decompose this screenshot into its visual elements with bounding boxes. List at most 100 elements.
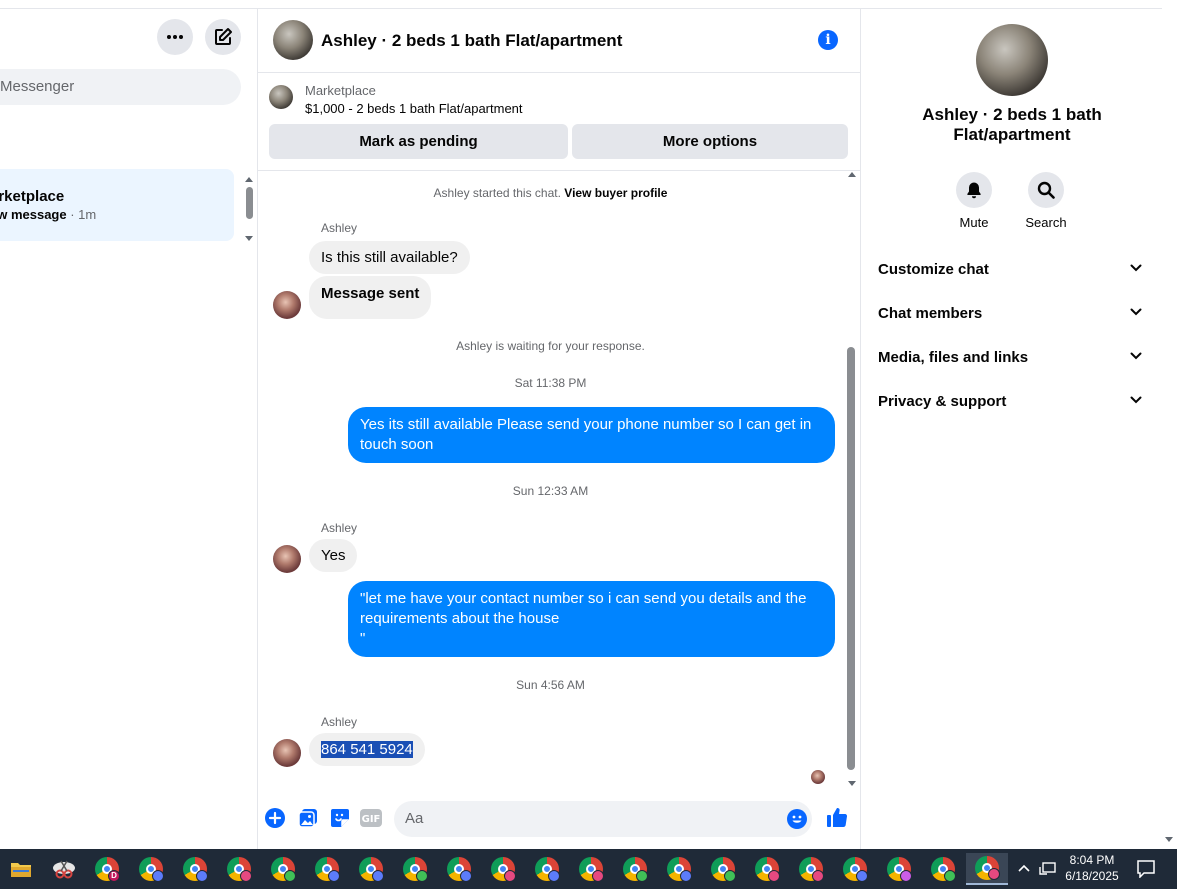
profile-badge-icon	[768, 870, 780, 882]
incoming-message[interactable]: 864 541 5924	[309, 733, 425, 766]
scroll-up-arrow-icon[interactable]	[245, 177, 253, 182]
listing-thumbnail[interactable]	[269, 85, 293, 109]
gif-button[interactable]: GIF	[359, 807, 383, 829]
chat-panel: Ashley · 2 beds 1 bath Flat/apartment i …	[258, 9, 861, 849]
chrome-window-button[interactable]	[834, 853, 876, 885]
profile-badge-icon	[680, 870, 692, 882]
sender-avatar[interactable]	[273, 291, 301, 319]
details-avatar[interactable]	[976, 24, 1048, 96]
section-customize-chat[interactable]: Customize chat	[878, 261, 1148, 281]
chrome-window-button[interactable]	[702, 853, 744, 885]
attach-photo-button[interactable]	[297, 807, 319, 829]
chrome-window-button[interactable]	[746, 853, 788, 885]
section-privacy-support[interactable]: Privacy & support	[878, 393, 1148, 413]
chrome-window-button[interactable]: D	[86, 853, 128, 885]
scroll-thumb[interactable]	[246, 187, 253, 219]
scroll-up-arrow-icon[interactable]	[848, 172, 856, 177]
photo-icon	[298, 809, 317, 828]
section-chat-members[interactable]: Chat members	[878, 305, 1148, 325]
chrome-window-button[interactable]	[658, 853, 700, 885]
mark-as-pending-button[interactable]: Mark as pending	[269, 124, 568, 159]
more-options-button[interactable]	[157, 19, 193, 55]
add-more-button[interactable]	[264, 807, 286, 829]
incoming-message[interactable]: Is this still available?	[309, 241, 470, 274]
sticker-button[interactable]	[329, 807, 351, 829]
profile-badge-icon	[592, 870, 604, 882]
chrome-window-button[interactable]	[306, 853, 348, 885]
chrome-window-button[interactable]	[350, 853, 392, 885]
chrome-window-button[interactable]	[218, 853, 260, 885]
view-buyer-profile-link[interactable]: View buyer profile	[564, 186, 667, 200]
scroll-down-arrow-icon[interactable]	[245, 236, 253, 241]
chat-title[interactable]: Ashley · 2 beds 1 bath Flat/apartment	[321, 31, 622, 51]
chrome-window-button[interactable]	[790, 853, 832, 885]
chrome-window-button[interactable]	[438, 853, 480, 885]
profile-badge-icon	[460, 870, 472, 882]
message-composer: GIF Aa	[258, 792, 861, 849]
chrome-window-button[interactable]	[922, 853, 964, 885]
chrome-window-button[interactable]	[570, 853, 612, 885]
notifications-button[interactable]	[1132, 849, 1160, 889]
chevron-up-icon	[1018, 864, 1030, 872]
timestamp: Sun 4:56 AM	[516, 678, 585, 692]
scroll-thumb[interactable]	[847, 347, 855, 770]
outgoing-message[interactable]: "let me have your contact number so i ca…	[348, 581, 835, 657]
page-scroll-down-arrow-icon[interactable]	[1165, 837, 1173, 842]
system-clock[interactable]: 8:04 PM 6/18/2025	[1060, 852, 1124, 884]
section-media-files-links[interactable]: Media, files and links	[878, 349, 1148, 369]
chrome-window-button[interactable]	[878, 853, 920, 885]
scroll-down-arrow-icon[interactable]	[848, 781, 856, 786]
network-status-button[interactable]	[1036, 849, 1058, 889]
file-explorer-button[interactable]	[0, 853, 42, 885]
profile-badge-icon	[504, 870, 516, 882]
selected-phone-number[interactable]: 864 541 5924	[321, 741, 413, 758]
chrome-window-button[interactable]	[966, 853, 1008, 885]
windows-taskbar: D 8:04 PM 6/18/2025	[0, 849, 1177, 889]
outgoing-message[interactable]: Yes its still available Please send your…	[348, 407, 835, 463]
like-button[interactable]	[826, 806, 848, 828]
sender-avatar[interactable]	[273, 739, 301, 767]
conversation-item-marketplace[interactable]: arketplace ew message · 1m	[0, 169, 234, 241]
sidebar-scrollbar[interactable]	[244, 177, 256, 241]
chat-scrollbar[interactable]	[846, 172, 858, 792]
chrome-window-button[interactable]	[262, 853, 304, 885]
profile-badge-icon	[812, 870, 824, 882]
incoming-message[interactable]: Message sent	[309, 276, 432, 319]
seen-indicator-avatar	[811, 770, 825, 784]
emoji-button[interactable]	[786, 808, 808, 830]
conversation-title: arketplace	[0, 188, 65, 205]
search-input[interactable]: Messenger	[0, 69, 241, 105]
profile-badge-icon	[284, 870, 296, 882]
snipping-tool-button[interactable]	[43, 853, 85, 885]
chevron-down-icon	[1130, 308, 1142, 316]
sender-avatar[interactable]	[273, 545, 301, 573]
chrome-window-button[interactable]	[130, 853, 172, 885]
show-hidden-icons-button[interactable]	[1014, 849, 1034, 889]
message-input[interactable]: Aa	[394, 801, 812, 837]
search-label: Search	[1025, 215, 1067, 230]
chrome-window-button[interactable]	[482, 853, 524, 885]
mute-button[interactable]: Mute	[944, 172, 1004, 230]
waiting-notice: Ashley is waiting for your response.	[456, 339, 645, 353]
conversation-details-panel: Ashley · 2 beds 1 bath Flat/apartment Mu…	[862, 9, 1162, 849]
conversation-preview: ew message · 1m	[0, 207, 96, 222]
info-icon[interactable]: i	[818, 30, 838, 50]
chrome-window-button[interactable]	[174, 853, 216, 885]
chrome-window-button[interactable]	[614, 853, 656, 885]
sender-name: Ashley	[321, 715, 358, 729]
new-message-button[interactable]	[205, 19, 241, 55]
more-options-listing-button[interactable]: More options	[572, 124, 848, 159]
incoming-message[interactable]: Yes	[309, 539, 358, 572]
profile-badge-icon	[636, 870, 648, 882]
chrome-window-button[interactable]	[526, 853, 568, 885]
profile-badge-icon	[372, 870, 384, 882]
search-in-chat-button[interactable]: Search	[1016, 172, 1076, 230]
sender-name: Ashley	[321, 521, 358, 535]
chat-avatar[interactable]	[273, 20, 313, 60]
chrome-window-button[interactable]	[394, 853, 436, 885]
listing-title[interactable]: $1,000 - 2 beds 1 bath Flat/apartment	[305, 101, 523, 116]
clock-date: 6/18/2025	[1065, 869, 1119, 883]
chat-header: Ashley · 2 beds 1 bath Flat/apartment i	[258, 9, 861, 73]
plus-circle-icon	[265, 808, 285, 828]
svg-text:GIF: GIF	[362, 814, 381, 825]
